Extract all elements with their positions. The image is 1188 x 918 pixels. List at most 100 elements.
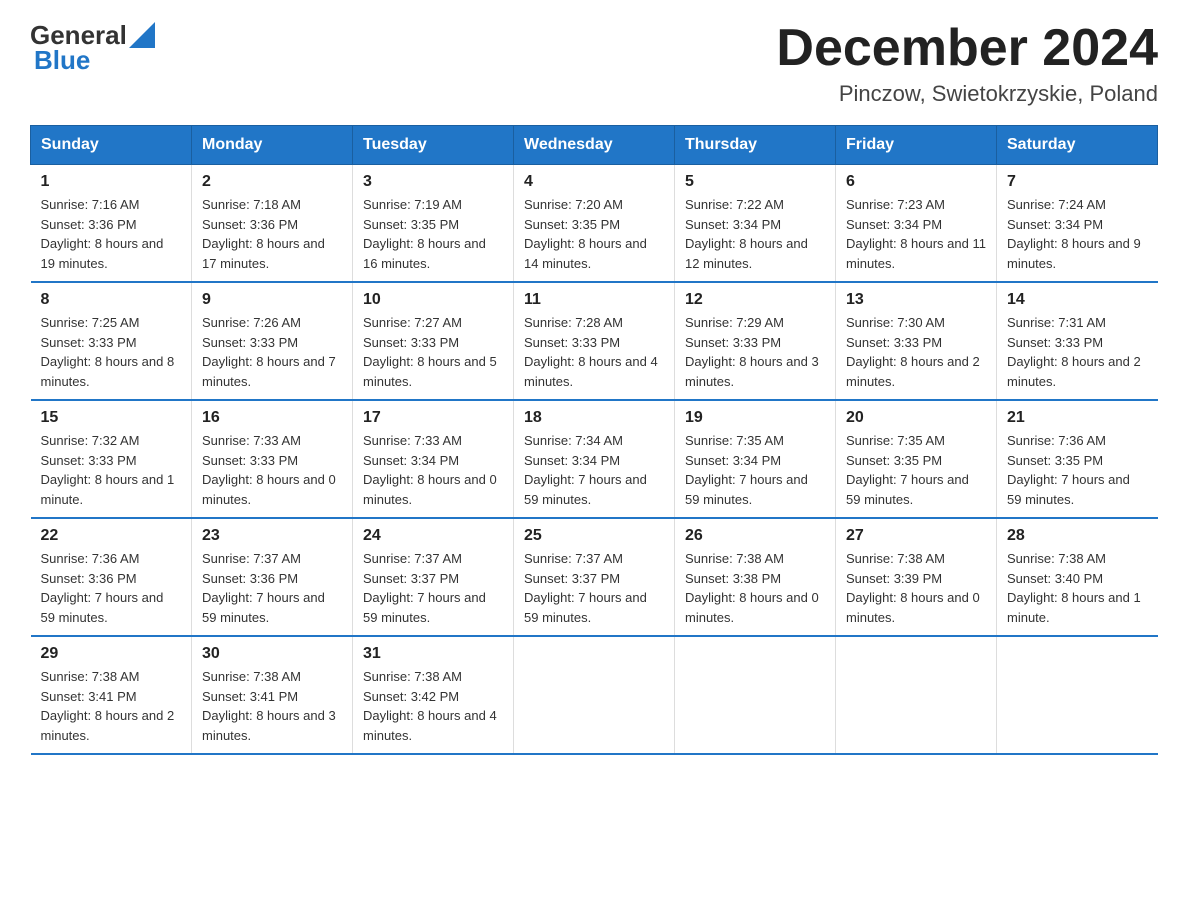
- calendar-cell: 7 Sunrise: 7:24 AM Sunset: 3:34 PM Dayli…: [997, 165, 1158, 283]
- calendar-cell: 18 Sunrise: 7:34 AM Sunset: 3:34 PM Dayl…: [514, 400, 675, 518]
- day-info: Sunrise: 7:29 AM Sunset: 3:33 PM Dayligh…: [685, 313, 825, 391]
- location-subtitle: Pinczow, Swietokrzyskie, Poland: [776, 81, 1158, 107]
- day-info: Sunrise: 7:38 AM Sunset: 3:39 PM Dayligh…: [846, 549, 986, 627]
- day-info: Sunrise: 7:38 AM Sunset: 3:40 PM Dayligh…: [1007, 549, 1148, 627]
- day-number: 17: [363, 409, 503, 427]
- calendar-cell: 5 Sunrise: 7:22 AM Sunset: 3:34 PM Dayli…: [675, 165, 836, 283]
- day-number: 31: [363, 645, 503, 663]
- day-number: 12: [685, 291, 825, 309]
- month-title: December 2024: [776, 20, 1158, 77]
- day-number: 25: [524, 527, 664, 545]
- day-number: 22: [41, 527, 182, 545]
- day-number: 30: [202, 645, 342, 663]
- calendar-cell: [836, 636, 997, 754]
- day-info: Sunrise: 7:24 AM Sunset: 3:34 PM Dayligh…: [1007, 195, 1148, 273]
- calendar-cell: 21 Sunrise: 7:36 AM Sunset: 3:35 PM Dayl…: [997, 400, 1158, 518]
- calendar-cell: [997, 636, 1158, 754]
- calendar-cell: 20 Sunrise: 7:35 AM Sunset: 3:35 PM Dayl…: [836, 400, 997, 518]
- logo-blue-text: Blue: [34, 45, 90, 76]
- page-header: General Blue December 2024 Pinczow, Swie…: [30, 20, 1158, 107]
- day-number: 7: [1007, 173, 1148, 191]
- logo: General Blue: [30, 20, 155, 76]
- day-info: Sunrise: 7:36 AM Sunset: 3:36 PM Dayligh…: [41, 549, 182, 627]
- day-info: Sunrise: 7:37 AM Sunset: 3:37 PM Dayligh…: [363, 549, 503, 627]
- weekday-header-saturday: Saturday: [997, 126, 1158, 165]
- calendar-cell: 9 Sunrise: 7:26 AM Sunset: 3:33 PM Dayli…: [192, 282, 353, 400]
- calendar-cell: [514, 636, 675, 754]
- calendar-cell: 11 Sunrise: 7:28 AM Sunset: 3:33 PM Dayl…: [514, 282, 675, 400]
- day-number: 1: [41, 173, 182, 191]
- week-row-2: 8 Sunrise: 7:25 AM Sunset: 3:33 PM Dayli…: [31, 282, 1158, 400]
- weekday-header-thursday: Thursday: [675, 126, 836, 165]
- weekday-header-monday: Monday: [192, 126, 353, 165]
- calendar-cell: 14 Sunrise: 7:31 AM Sunset: 3:33 PM Dayl…: [997, 282, 1158, 400]
- calendar-header: SundayMondayTuesdayWednesdayThursdayFrid…: [31, 126, 1158, 165]
- day-info: Sunrise: 7:20 AM Sunset: 3:35 PM Dayligh…: [524, 195, 664, 273]
- calendar-cell: 25 Sunrise: 7:37 AM Sunset: 3:37 PM Dayl…: [514, 518, 675, 636]
- day-info: Sunrise: 7:34 AM Sunset: 3:34 PM Dayligh…: [524, 431, 664, 509]
- day-info: Sunrise: 7:36 AM Sunset: 3:35 PM Dayligh…: [1007, 431, 1148, 509]
- day-info: Sunrise: 7:26 AM Sunset: 3:33 PM Dayligh…: [202, 313, 342, 391]
- day-info: Sunrise: 7:22 AM Sunset: 3:34 PM Dayligh…: [685, 195, 825, 273]
- day-number: 23: [202, 527, 342, 545]
- weekday-header-wednesday: Wednesday: [514, 126, 675, 165]
- calendar-cell: 17 Sunrise: 7:33 AM Sunset: 3:34 PM Dayl…: [353, 400, 514, 518]
- day-info: Sunrise: 7:33 AM Sunset: 3:34 PM Dayligh…: [363, 431, 503, 509]
- title-section: December 2024 Pinczow, Swietokrzyskie, P…: [776, 20, 1158, 107]
- calendar-table: SundayMondayTuesdayWednesdayThursdayFrid…: [30, 125, 1158, 755]
- calendar-cell: 4 Sunrise: 7:20 AM Sunset: 3:35 PM Dayli…: [514, 165, 675, 283]
- calendar-cell: 26 Sunrise: 7:38 AM Sunset: 3:38 PM Dayl…: [675, 518, 836, 636]
- calendar-cell: 15 Sunrise: 7:32 AM Sunset: 3:33 PM Dayl…: [31, 400, 192, 518]
- calendar-cell: 1 Sunrise: 7:16 AM Sunset: 3:36 PM Dayli…: [31, 165, 192, 283]
- week-row-4: 22 Sunrise: 7:36 AM Sunset: 3:36 PM Dayl…: [31, 518, 1158, 636]
- day-number: 8: [41, 291, 182, 309]
- calendar-cell: 10 Sunrise: 7:27 AM Sunset: 3:33 PM Dayl…: [353, 282, 514, 400]
- weekday-header-tuesday: Tuesday: [353, 126, 514, 165]
- calendar-cell: 22 Sunrise: 7:36 AM Sunset: 3:36 PM Dayl…: [31, 518, 192, 636]
- day-number: 26: [685, 527, 825, 545]
- logo-arrow-icon: [129, 22, 155, 48]
- day-info: Sunrise: 7:19 AM Sunset: 3:35 PM Dayligh…: [363, 195, 503, 273]
- calendar-cell: 2 Sunrise: 7:18 AM Sunset: 3:36 PM Dayli…: [192, 165, 353, 283]
- day-info: Sunrise: 7:37 AM Sunset: 3:36 PM Dayligh…: [202, 549, 342, 627]
- day-info: Sunrise: 7:38 AM Sunset: 3:41 PM Dayligh…: [41, 667, 182, 745]
- day-info: Sunrise: 7:38 AM Sunset: 3:41 PM Dayligh…: [202, 667, 342, 745]
- day-number: 4: [524, 173, 664, 191]
- calendar-cell: 28 Sunrise: 7:38 AM Sunset: 3:40 PM Dayl…: [997, 518, 1158, 636]
- day-info: Sunrise: 7:31 AM Sunset: 3:33 PM Dayligh…: [1007, 313, 1148, 391]
- day-info: Sunrise: 7:38 AM Sunset: 3:38 PM Dayligh…: [685, 549, 825, 627]
- calendar-cell: 6 Sunrise: 7:23 AM Sunset: 3:34 PM Dayli…: [836, 165, 997, 283]
- calendar-cell: 24 Sunrise: 7:37 AM Sunset: 3:37 PM Dayl…: [353, 518, 514, 636]
- day-number: 11: [524, 291, 664, 309]
- calendar-cell: 29 Sunrise: 7:38 AM Sunset: 3:41 PM Dayl…: [31, 636, 192, 754]
- day-info: Sunrise: 7:27 AM Sunset: 3:33 PM Dayligh…: [363, 313, 503, 391]
- day-info: Sunrise: 7:37 AM Sunset: 3:37 PM Dayligh…: [524, 549, 664, 627]
- day-info: Sunrise: 7:25 AM Sunset: 3:33 PM Dayligh…: [41, 313, 182, 391]
- day-number: 15: [41, 409, 182, 427]
- calendar-cell: 16 Sunrise: 7:33 AM Sunset: 3:33 PM Dayl…: [192, 400, 353, 518]
- week-row-5: 29 Sunrise: 7:38 AM Sunset: 3:41 PM Dayl…: [31, 636, 1158, 754]
- calendar-cell: 3 Sunrise: 7:19 AM Sunset: 3:35 PM Dayli…: [353, 165, 514, 283]
- day-number: 3: [363, 173, 503, 191]
- calendar-cell: 30 Sunrise: 7:38 AM Sunset: 3:41 PM Dayl…: [192, 636, 353, 754]
- calendar-cell: 31 Sunrise: 7:38 AM Sunset: 3:42 PM Dayl…: [353, 636, 514, 754]
- day-number: 20: [846, 409, 986, 427]
- day-number: 24: [363, 527, 503, 545]
- day-info: Sunrise: 7:35 AM Sunset: 3:35 PM Dayligh…: [846, 431, 986, 509]
- calendar-cell: [675, 636, 836, 754]
- calendar-cell: 27 Sunrise: 7:38 AM Sunset: 3:39 PM Dayl…: [836, 518, 997, 636]
- day-number: 10: [363, 291, 503, 309]
- calendar-cell: 23 Sunrise: 7:37 AM Sunset: 3:36 PM Dayl…: [192, 518, 353, 636]
- day-number: 28: [1007, 527, 1148, 545]
- day-number: 9: [202, 291, 342, 309]
- day-number: 14: [1007, 291, 1148, 309]
- day-number: 29: [41, 645, 182, 663]
- day-number: 16: [202, 409, 342, 427]
- day-number: 6: [846, 173, 986, 191]
- calendar-cell: 12 Sunrise: 7:29 AM Sunset: 3:33 PM Dayl…: [675, 282, 836, 400]
- day-info: Sunrise: 7:35 AM Sunset: 3:34 PM Dayligh…: [685, 431, 825, 509]
- weekday-header-row: SundayMondayTuesdayWednesdayThursdayFrid…: [31, 126, 1158, 165]
- day-number: 5: [685, 173, 825, 191]
- weekday-header-sunday: Sunday: [31, 126, 192, 165]
- day-info: Sunrise: 7:30 AM Sunset: 3:33 PM Dayligh…: [846, 313, 986, 391]
